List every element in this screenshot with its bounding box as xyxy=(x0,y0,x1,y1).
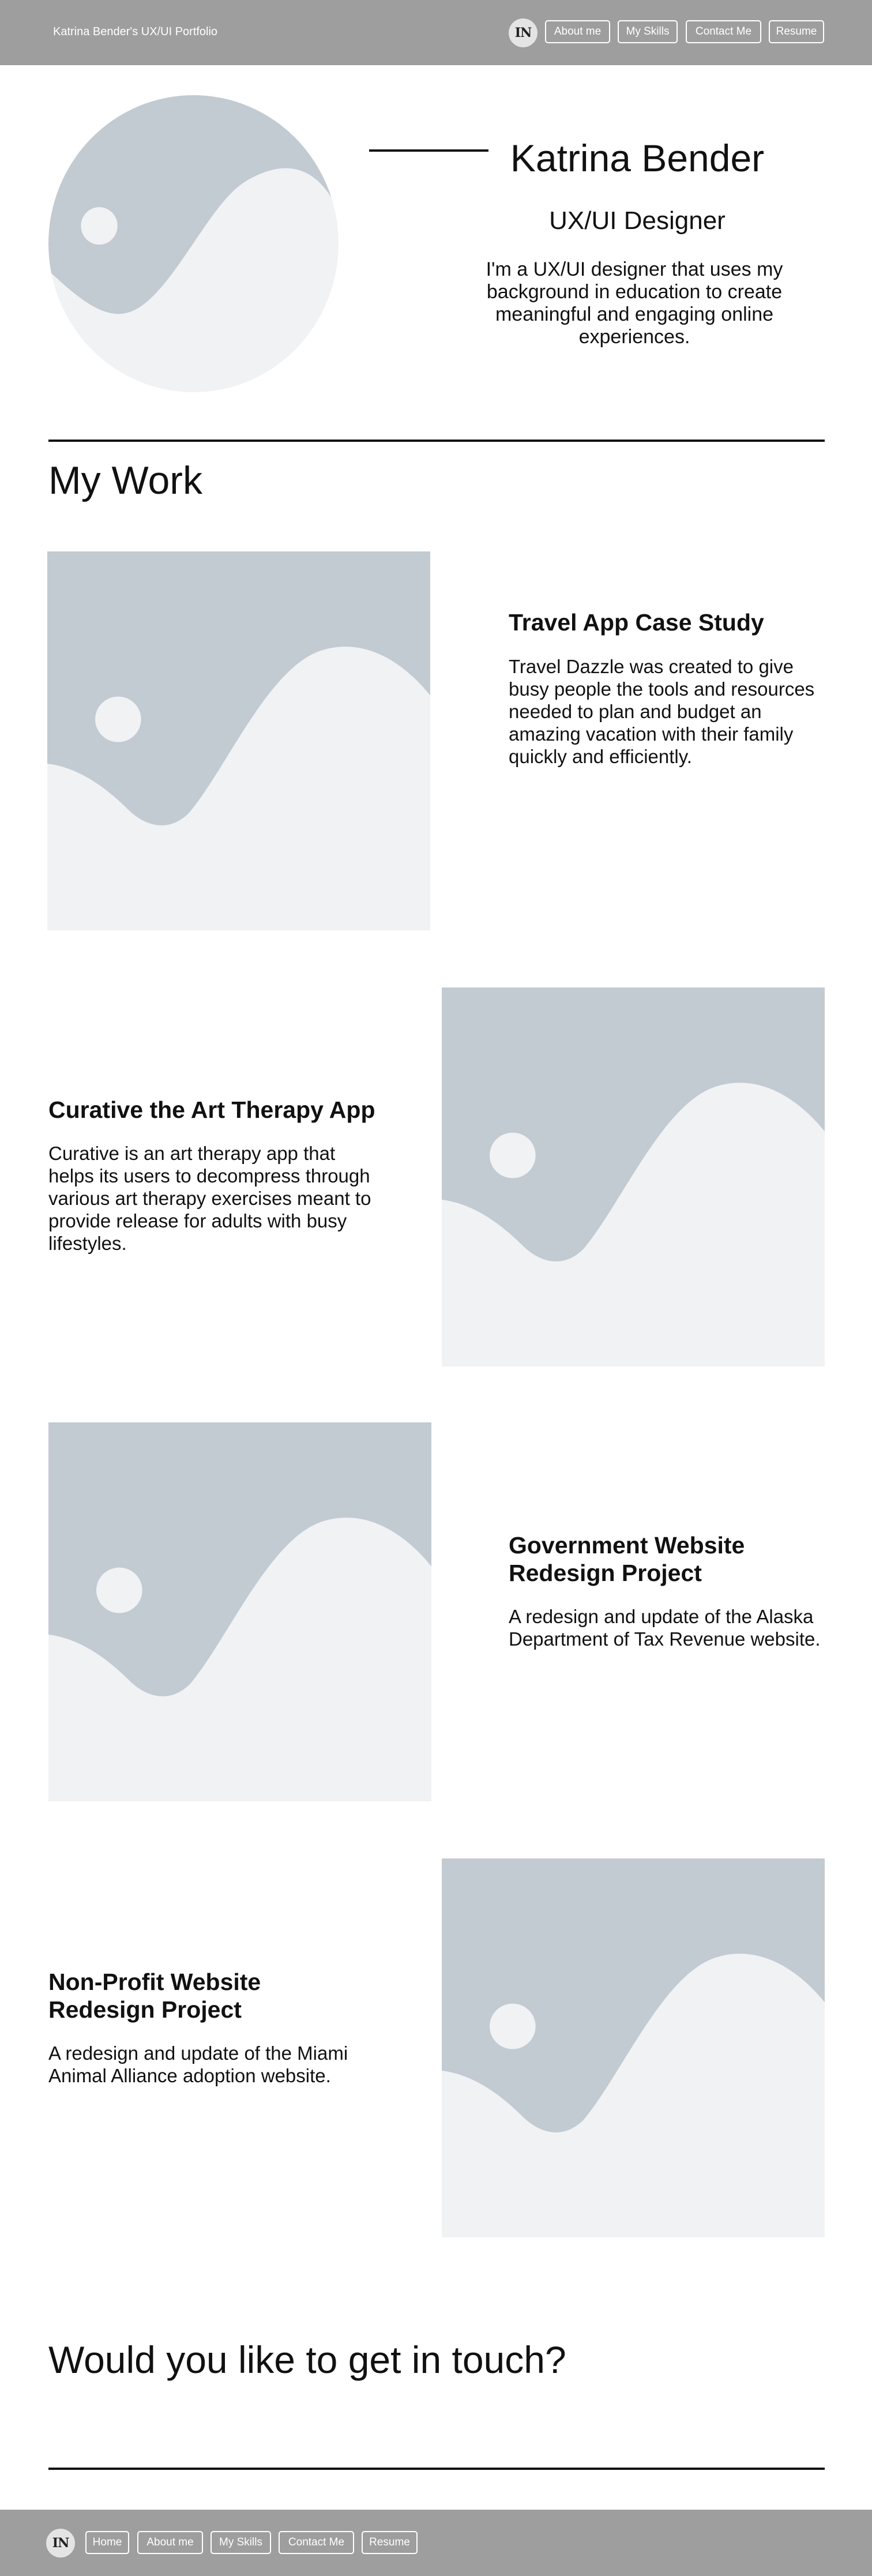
profile-photo-placeholder xyxy=(48,95,339,392)
project-image-nonprofit[interactable] xyxy=(442,1858,825,2237)
image-placeholder-icon xyxy=(47,551,430,825)
footer-nav-resume-button[interactable]: Resume xyxy=(362,2531,418,2554)
image-placeholder-icon xyxy=(442,987,825,1261)
hero-name: Katrina Bender xyxy=(510,137,765,179)
project-image-government[interactable] xyxy=(48,1422,431,1801)
project-title[interactable]: Non-Profit Website Redesign Project xyxy=(48,1968,302,2023)
contact-prompt: Would you like to get in touch? xyxy=(48,2338,566,2381)
project-description: Travel Dazzle was created to give busy p… xyxy=(509,656,815,767)
nav-contact-button[interactable]: Contact Me xyxy=(686,20,761,43)
nav-about-button[interactable]: About me xyxy=(545,20,610,43)
nav-resume-button[interactable]: Resume xyxy=(769,20,824,43)
project-description: A redesign and update of the Alaska Depa… xyxy=(509,1606,821,1650)
project-image-travel[interactable] xyxy=(47,551,430,930)
logo-monogram-icon[interactable]: IN xyxy=(509,18,538,47)
my-work-title: My Work xyxy=(48,459,202,502)
section-divider xyxy=(48,440,825,442)
hero-accent-line xyxy=(369,149,488,152)
project-title[interactable]: Travel App Case Study xyxy=(509,609,832,636)
footer-nav-contact-button[interactable]: Contact Me xyxy=(279,2531,354,2554)
footer-bar xyxy=(0,2510,872,2576)
hero-role: UX/UI Designer xyxy=(549,206,726,235)
project-description: Curative is an art therapy app that help… xyxy=(48,1143,371,1254)
footer-divider xyxy=(48,2468,825,2470)
footer-nav-about-button[interactable]: About me xyxy=(137,2531,203,2554)
project-title[interactable]: Curative the Art Therapy App xyxy=(48,1096,418,1124)
project-title[interactable]: Government Website Redesign Project xyxy=(509,1531,791,1587)
logo-monogram-icon[interactable]: IN xyxy=(46,2529,75,2558)
footer-nav-skills-button[interactable]: My Skills xyxy=(211,2531,271,2554)
footer-nav-home-button[interactable]: Home xyxy=(85,2531,129,2554)
project-description: A redesign and update of the Miami Anima… xyxy=(48,2042,348,2086)
image-placeholder-icon xyxy=(48,1422,431,1696)
nav-skills-button[interactable]: My Skills xyxy=(618,20,678,43)
project-image-curative[interactable] xyxy=(442,987,825,1366)
site-title[interactable]: Katrina Bender's UX/UI Portfolio xyxy=(53,25,217,39)
image-placeholder-icon xyxy=(48,95,339,314)
hero-bio: I'm a UX/UI designer that uses my backgr… xyxy=(486,258,783,348)
image-placeholder-icon xyxy=(442,1858,825,2132)
